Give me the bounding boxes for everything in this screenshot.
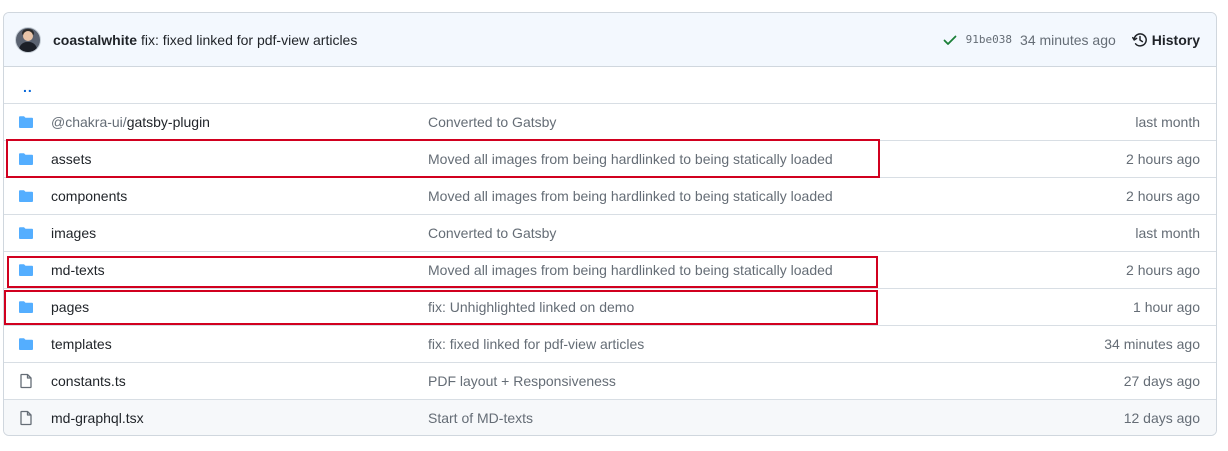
commit-date: last month: [1135, 114, 1200, 130]
folder-icon: [4, 336, 50, 352]
commit-message-link[interactable]: Moved all images from being hardlinked t…: [428, 151, 1000, 167]
folder-icon: [4, 225, 50, 241]
item-name[interactable]: assets: [51, 151, 91, 167]
file-row-assets[interactable]: assets Moved all images from being hardli…: [4, 140, 1216, 177]
commit-message-link[interactable]: Moved all images from being hardlinked t…: [428, 262, 1000, 278]
commit-sha[interactable]: 91be038: [966, 33, 1012, 46]
file-row-images[interactable]: images Converted to Gatsby last month: [4, 214, 1216, 251]
folder-icon: [4, 262, 50, 278]
commit-date: 2 hours ago: [1126, 188, 1200, 204]
commit-message-link[interactable]: Converted to Gatsby: [428, 225, 1000, 241]
file-row-constants-ts[interactable]: constants.ts PDF layout + Responsiveness 2…: [4, 362, 1216, 399]
check-icon[interactable]: [942, 32, 958, 48]
folder-icon: [4, 114, 50, 130]
file-row-md-texts[interactable]: md-texts Moved all images from being hard…: [4, 251, 1216, 288]
history-link[interactable]: History: [1131, 31, 1200, 48]
latest-commit-bar: coastalwhite fix: fixed linked for pdf-v…: [4, 13, 1216, 67]
history-label: History: [1151, 31, 1200, 48]
item-name[interactable]: gatsby-plugin: [127, 114, 210, 130]
folder-icon: [4, 299, 50, 315]
commit-message-link[interactable]: Converted to Gatsby: [428, 114, 1000, 130]
file-row-pages[interactable]: pages fix: Unhighlighted linked on demo 1 …: [4, 288, 1216, 325]
folder-icon: [4, 188, 50, 204]
parent-directory-link[interactable]: ..: [23, 79, 33, 95]
folder-name-link[interactable]: components: [50, 188, 428, 204]
file-row-md-graphql-tsx[interactable]: md-graphql.tsx Start of MD-texts 12 days a…: [4, 399, 1216, 435]
commit-message-link[interactable]: PDF layout + Responsiveness: [428, 373, 1000, 389]
file-icon: [4, 373, 50, 389]
author-avatar[interactable]: [15, 26, 41, 53]
commit-time: 34 minutes ago: [1020, 31, 1116, 48]
commit-date: 34 minutes ago: [1104, 336, 1200, 352]
folder-name-link[interactable]: assets: [50, 151, 428, 167]
commit-message-link[interactable]: fix: fixed linked for pdf-view articles: [428, 336, 1000, 352]
item-name[interactable]: md-texts: [51, 262, 105, 278]
item-name[interactable]: md-graphql.tsx: [51, 410, 144, 426]
commit-message-link[interactable]: Moved all images from being hardlinked t…: [428, 188, 1000, 204]
commit-message-link[interactable]: fix: Unhighlighted linked on demo: [428, 299, 1000, 315]
item-name[interactable]: images: [51, 225, 96, 241]
commit-date: 2 hours ago: [1126, 262, 1200, 278]
parent-directory-row[interactable]: ..: [4, 67, 1216, 103]
commit-date: last month: [1135, 225, 1200, 241]
commit-message-link[interactable]: Start of MD-texts: [428, 410, 1000, 426]
folder-name-link[interactable]: templates: [50, 336, 428, 352]
commit-date: 12 days ago: [1123, 410, 1200, 426]
file-row-components[interactable]: components Moved all images from being ha…: [4, 177, 1216, 214]
file-name-link[interactable]: constants.ts: [50, 373, 428, 389]
item-name[interactable]: templates: [51, 336, 112, 352]
folder-name-link[interactable]: md-texts: [50, 262, 428, 278]
folder-name-link[interactable]: images: [50, 225, 428, 241]
commit-author[interactable]: coastalwhite: [53, 32, 137, 48]
folder-path-prefix[interactable]: @chakra-ui/: [51, 114, 127, 130]
file-name-link[interactable]: md-graphql.tsx: [50, 410, 428, 426]
file-browser: coastalwhite fix: fixed linked for pdf-v…: [3, 12, 1217, 436]
folder-icon: [4, 151, 50, 167]
folder-name-link[interactable]: @chakra-ui/gatsby-plugin: [50, 114, 428, 130]
commit-date: 1 hour ago: [1133, 299, 1200, 315]
item-name[interactable]: components: [51, 188, 127, 204]
file-row-templates[interactable]: templates fix: fixed linked for pdf-view …: [4, 325, 1216, 362]
commit-message[interactable]: fix: fixed linked for pdf-view articles: [141, 32, 357, 48]
history-icon: [1131, 32, 1147, 47]
commit-date: 2 hours ago: [1126, 151, 1200, 167]
item-name[interactable]: pages: [51, 299, 89, 315]
commit-date: 27 days ago: [1123, 373, 1200, 389]
file-icon: [4, 410, 50, 426]
folder-name-link[interactable]: pages: [50, 299, 428, 315]
file-row-gatsby-plugin[interactable]: @chakra-ui/gatsby-plugin Converted to Gat…: [4, 103, 1216, 140]
item-name[interactable]: constants.ts: [51, 373, 126, 389]
